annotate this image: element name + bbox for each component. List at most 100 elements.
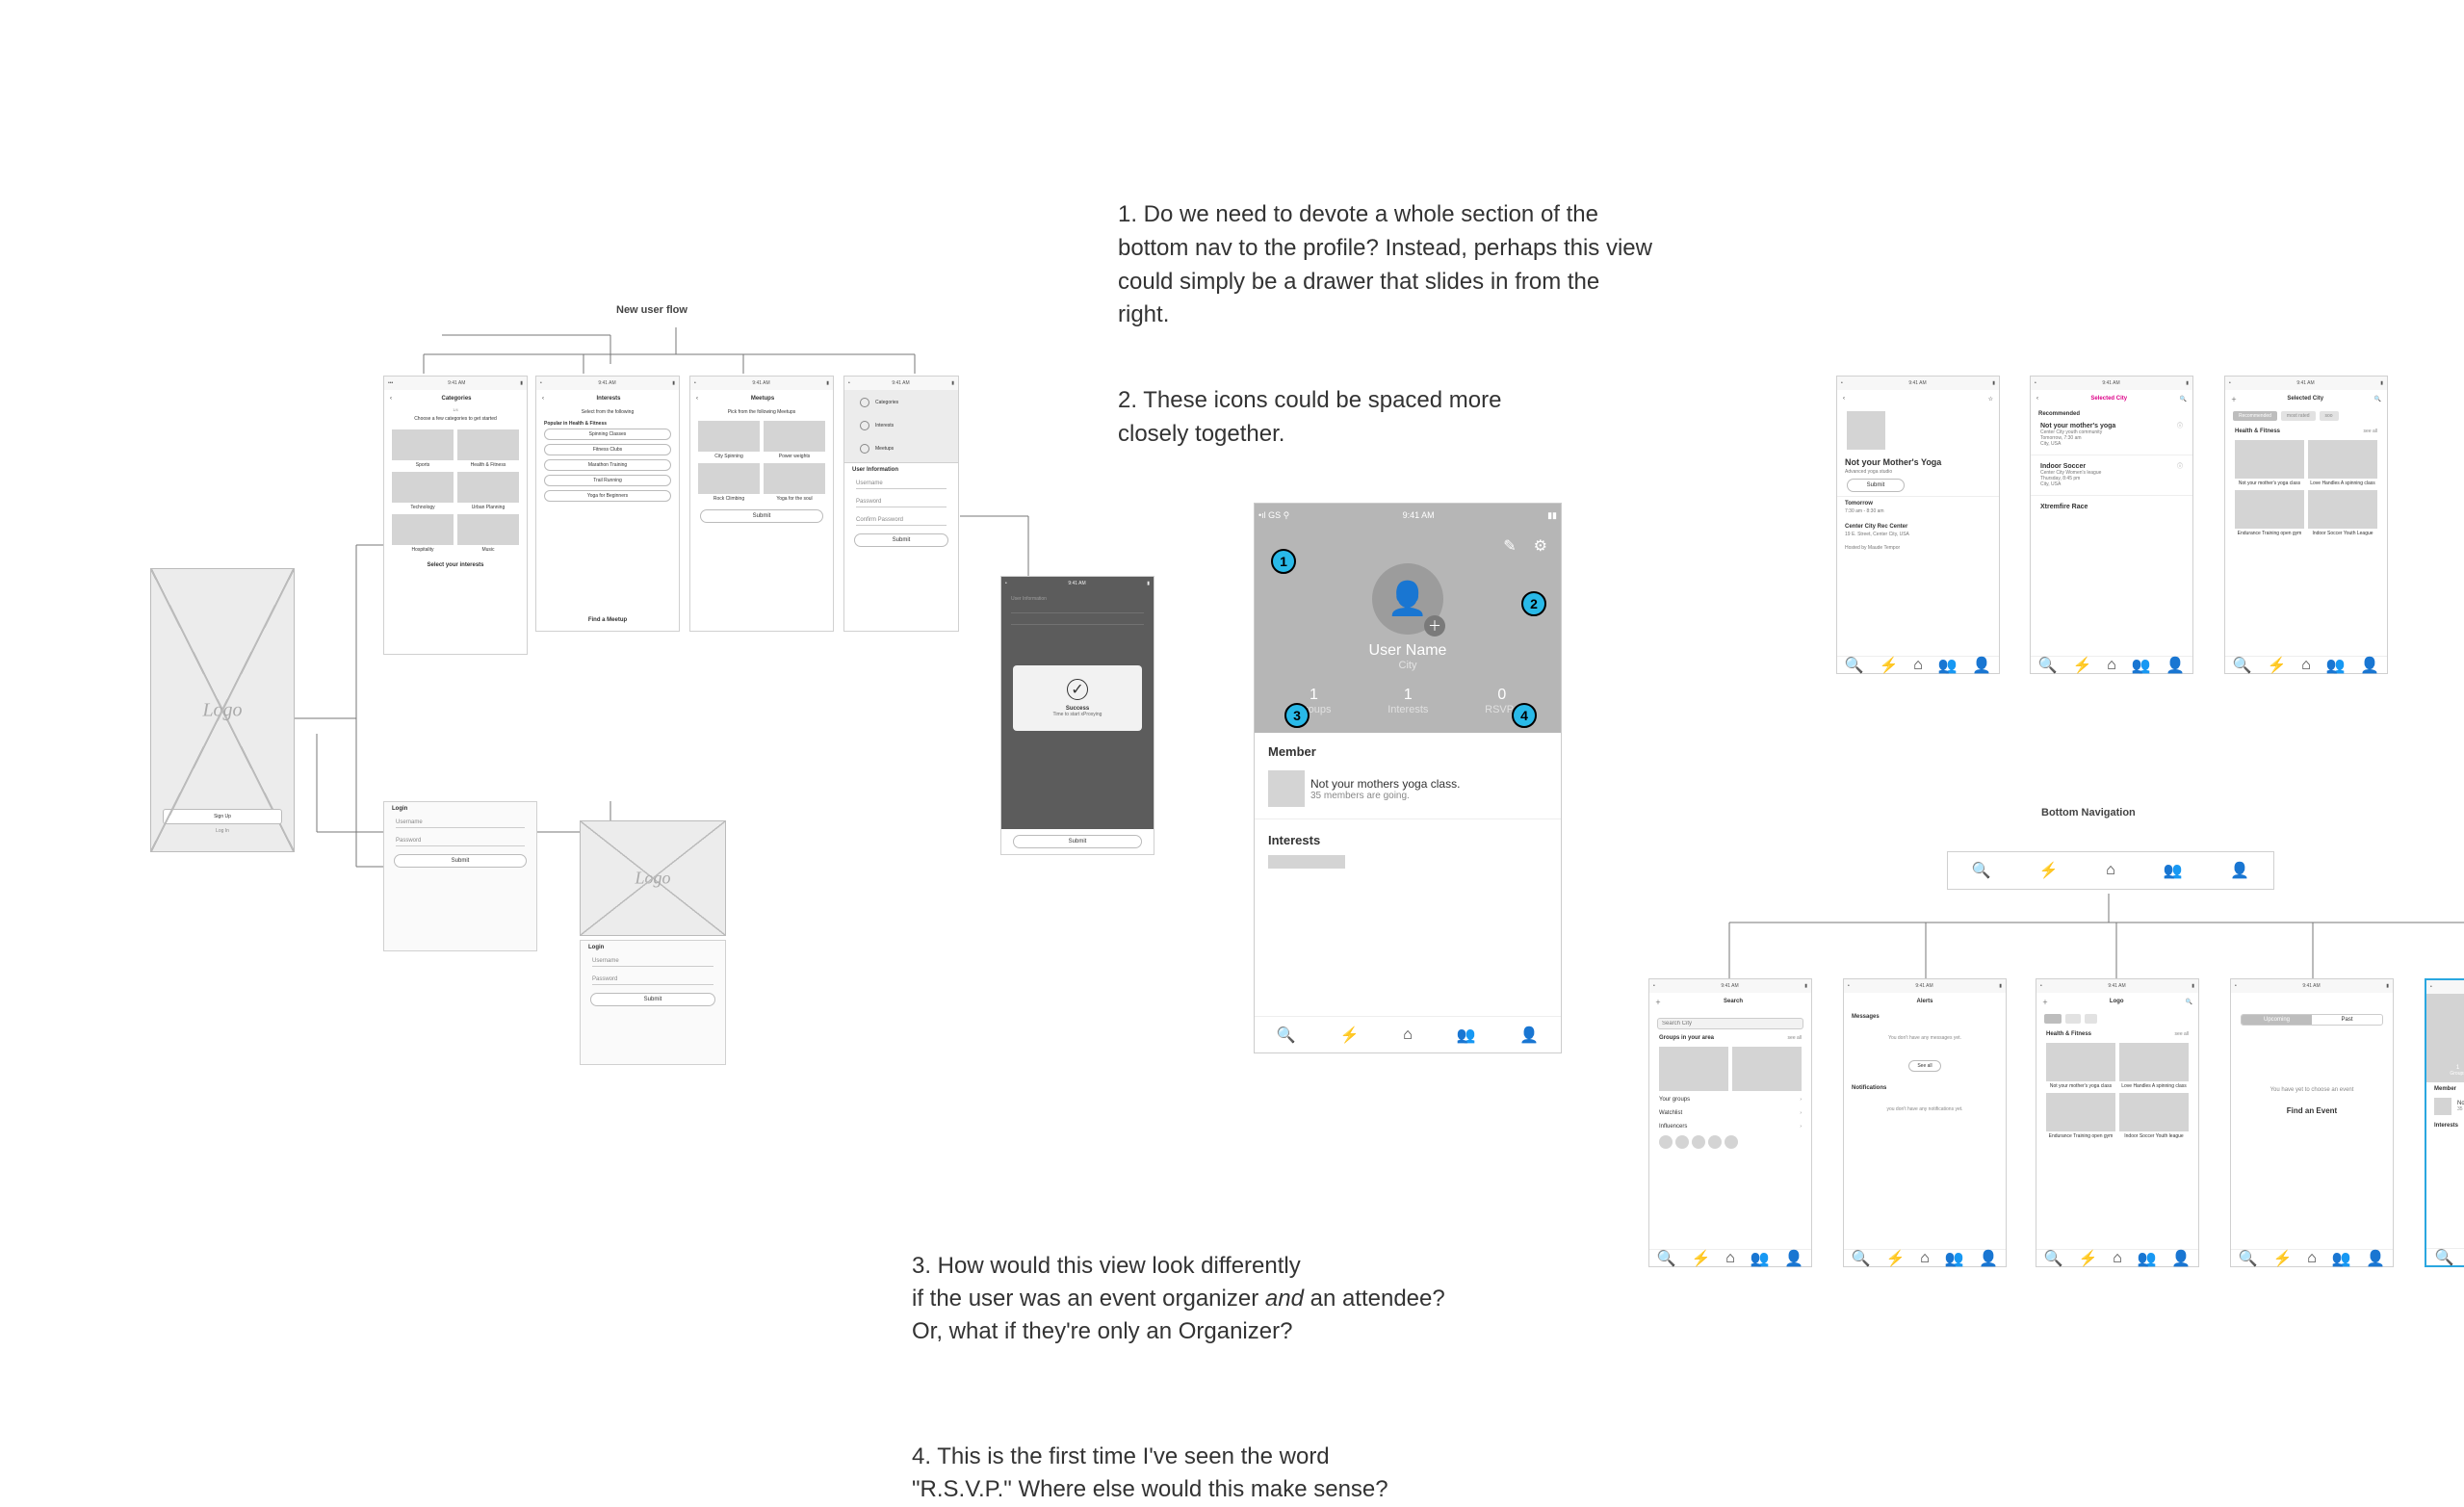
cat-urban[interactable]: Urban Planning [457, 505, 519, 510]
bookmark-icon[interactable]: ☆ [1988, 396, 1993, 403]
back-icon[interactable]: ‹ [1843, 396, 1845, 402]
tab-bolt-icon[interactable]: ⚡ [2268, 656, 2287, 675]
event-submit[interactable]: Submit [1847, 479, 1905, 492]
group-thumb[interactable] [1268, 770, 1305, 807]
tab-group-icon[interactable]: 👥 [2326, 656, 2346, 675]
avatar[interactable]: 👤 ＋ [1372, 563, 1443, 635]
info-icon[interactable]: ⓘ [2177, 421, 2183, 429]
search-icon[interactable]: 🔍 [2374, 396, 2381, 403]
opt-yoga[interactable]: Yoga for Beginners [544, 490, 671, 502]
feed-item-3[interactable]: Xtremfire Race [2031, 500, 2192, 514]
info-icon[interactable]: ⓘ [2177, 461, 2183, 470]
chip-mostrated[interactable]: most rated [2281, 411, 2316, 421]
login-link[interactable]: Log In [163, 828, 282, 834]
meetup-yoga[interactable]: Yoga for the soul [764, 496, 825, 502]
bottom-nav-bar: 🔍 ⚡ ⌂ 👥 👤 [1947, 851, 2274, 890]
cat-tech[interactable]: Technology [392, 505, 454, 510]
tab-group-icon[interactable]: 👥 [2132, 656, 2151, 675]
meetups-submit[interactable]: Submit [700, 509, 823, 523]
tab-bolt-icon[interactable]: ⚡ [1880, 656, 1899, 675]
meetup-spinning[interactable]: City Spinning [698, 454, 760, 459]
stat-interests[interactable]: Interests [1388, 704, 1428, 715]
tab-upcoming[interactable]: Upcoming [2242, 1015, 2312, 1025]
feed-item-1[interactable]: Not your mother's yoga [2040, 423, 2183, 429]
tab-group-icon[interactable]: 👥 [1457, 1026, 1476, 1045]
tab-search-icon[interactable]: 🔍 [2233, 656, 2252, 675]
logo-text: Logo [635, 869, 670, 889]
success-submit[interactable]: Submit [1013, 835, 1142, 848]
tab-search-icon[interactable]: 🔍 [1845, 656, 1864, 675]
nav-profile-icon[interactable]: 👤 [2230, 861, 2249, 880]
ui-submit[interactable]: Submit [854, 533, 948, 547]
opt-marathon[interactable]: Marathon Training [544, 459, 671, 471]
nav-home-icon[interactable]: ⌂ [2106, 862, 2115, 879]
home-title[interactable]: Selected City [2237, 396, 2374, 402]
tab-search-icon[interactable]: 🔍 [1277, 1026, 1296, 1045]
status-time: 9:41 AM [448, 380, 465, 386]
check-icon [860, 444, 869, 454]
see-all-button[interactable]: See all [1908, 1060, 1940, 1072]
tab-profile-icon[interactable]: 👤 [2360, 656, 2379, 675]
opt-trail[interactable]: Trail Running [544, 475, 671, 486]
tab-profile-icon[interactable]: 👤 [2166, 656, 2185, 675]
meetup-power[interactable]: Power weights [764, 454, 825, 459]
username-field[interactable]: Username [396, 818, 525, 828]
see-all-link[interactable]: see all [2364, 429, 2377, 434]
interests-heading: Interests [1255, 825, 1561, 855]
ui-password[interactable]: Password [856, 497, 947, 507]
tab-home-icon[interactable]: ⌂ [1913, 657, 1923, 674]
gear-icon[interactable]: ⚙ [1534, 536, 1547, 556]
nav-search-icon[interactable]: 🔍 [1972, 861, 1991, 880]
search-input[interactable] [1657, 1018, 1803, 1029]
nav-bolt-icon[interactable]: ⚡ [2039, 861, 2059, 880]
question-2: 2. These icons could be spaced more clos… [1118, 384, 1551, 452]
login2-title: Login [581, 941, 725, 952]
meetup-rock[interactable]: Rock Climbing [698, 496, 760, 502]
interests-cta[interactable]: Find a Meetup [536, 610, 679, 631]
ui-username[interactable]: Username [856, 479, 947, 489]
cat-sports[interactable]: Sports [392, 462, 454, 468]
tab-home-icon[interactable]: ⌂ [1403, 1026, 1413, 1044]
search-icon[interactable]: 🔍 [2180, 396, 2187, 403]
feed-title[interactable]: Selected City [2038, 396, 2180, 402]
tab-home-icon[interactable]: ⌂ [2107, 657, 2116, 674]
tab-past[interactable]: Past [2312, 1015, 2382, 1025]
userinfo-title: User Information [844, 463, 958, 475]
find-event-button[interactable]: Find an Event [2231, 1106, 2393, 1115]
cat-music[interactable]: Music [457, 547, 519, 553]
password-field[interactable]: Password [396, 836, 525, 846]
login2-pass[interactable]: Password [592, 974, 713, 985]
tab-home-icon[interactable]: ⌂ [2301, 657, 2311, 674]
tab-profile-icon[interactable]: 👤 [1519, 1026, 1539, 1045]
login2-submit[interactable]: Submit [590, 993, 715, 1006]
login-submit-button[interactable]: Submit [394, 854, 527, 868]
categories-cta[interactable]: Select your interests [384, 562, 527, 568]
interests-group: Popular in Health & Fitness [536, 417, 679, 429]
tab-bolt-icon[interactable]: ⚡ [2073, 656, 2092, 675]
tab-search-icon[interactable]: 🔍 [2038, 656, 2058, 675]
login2-user[interactable]: Username [592, 956, 713, 967]
tab-profile-icon[interactable]: 👤 [1972, 656, 1991, 675]
feed-item-2[interactable]: Indoor Soccer [2040, 463, 2183, 470]
cat-hospitality[interactable]: Hospitality [392, 547, 454, 553]
marker-1: 1 [1271, 549, 1296, 574]
chip-soo[interactable]: soo [2320, 411, 2339, 421]
meetups-prompt: Pick from the following Meetups [690, 407, 833, 417]
search-title: Search [1661, 999, 1805, 1004]
nav-group-icon[interactable]: 👥 [2164, 861, 2183, 880]
opt-fitness[interactable]: Fitness Clubs [544, 444, 671, 455]
edit-icon[interactable]: ✎ [1503, 536, 1516, 556]
opt-spinning[interactable]: Spinning Classes [544, 429, 671, 440]
group-sub: 35 members are going. [1310, 791, 1460, 801]
add-photo-icon[interactable]: ＋ [1424, 615, 1445, 637]
ui-confirm[interactable]: Confirm Password [856, 515, 947, 526]
cat-health[interactable]: Health & Fitness [457, 462, 519, 468]
signup-button[interactable]: Sign Up [163, 809, 282, 824]
new-user-flow-title: New user flow [616, 304, 687, 316]
search-icon[interactable]: 🔍 [2186, 999, 2192, 1005]
tab-group-icon[interactable]: 👥 [1938, 656, 1958, 675]
chip-recommended[interactable]: Recommended [2233, 411, 2277, 421]
tab-bolt-icon[interactable]: ⚡ [1340, 1026, 1360, 1045]
group-title[interactable]: Not your mothers yoga class. [1310, 777, 1460, 791]
login-title: Login [384, 802, 536, 814]
